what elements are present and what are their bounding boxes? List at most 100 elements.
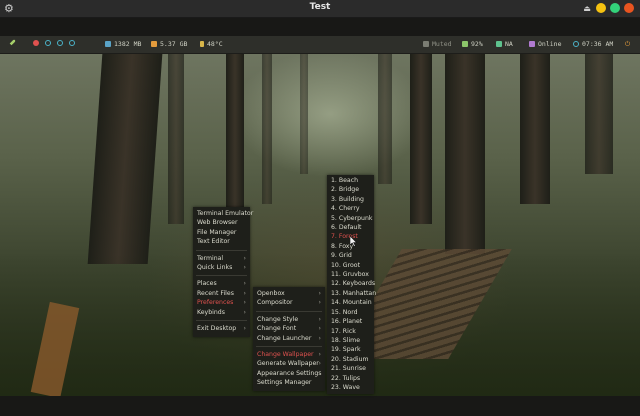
wallpaper-item[interactable]: 18. Slime <box>327 336 374 345</box>
wallpaper-item[interactable]: 4. Cherry <box>327 204 374 213</box>
menu-item-label: Quick Links <box>197 264 233 272</box>
menu-item-label: Text Editor <box>197 238 230 246</box>
workspace-1-icon[interactable] <box>33 40 39 46</box>
title-bar: ⚙ Test ⏏ <box>0 0 640 18</box>
menu-item-label: File Manager <box>197 228 237 236</box>
workspace-2-icon[interactable] <box>45 40 51 46</box>
menu-item-appearance-settings[interactable]: Appearance Settings <box>253 369 325 378</box>
wallpaper-item[interactable]: 3. Building <box>327 195 374 204</box>
volume-value: Muted <box>432 40 452 48</box>
menu-item-label: Terminal Emulator <box>197 210 254 217</box>
chevron-right-icon: › <box>318 315 321 323</box>
menu-item-compositor[interactable]: Compositor › <box>253 298 325 307</box>
top-panel: 1382 MB 5.37 GB 48°C Muted 92% NA Online… <box>0 36 640 54</box>
tree-trunk <box>262 54 272 204</box>
minimize-button[interactable] <box>596 3 606 13</box>
wallpaper-item[interactable]: 23. Wave <box>327 383 374 392</box>
volume-indicator[interactable]: Muted <box>423 40 452 48</box>
menu-item-terminal-emulator[interactable]: Terminal Emulator <box>193 209 254 218</box>
menu-item-text-editor[interactable]: Text Editor <box>193 237 250 246</box>
menu-item-label: Places <box>197 280 217 288</box>
chevron-right-icon: › <box>243 254 246 262</box>
wallpaper-item[interactable]: 14. Mountain <box>327 298 374 307</box>
temperature-value: 48°C <box>207 40 223 48</box>
speaker-muted-icon <box>423 41 429 47</box>
menu-item-web-browser[interactable]: Web Browser <box>193 218 250 227</box>
menu-item-change-font[interactable]: Change Font › <box>253 324 325 333</box>
mail-indicator[interactable]: NA <box>496 40 513 48</box>
menu-item-change-style[interactable]: Change Style › <box>253 315 325 324</box>
wallpaper-item[interactable]: 19. Spark <box>327 345 374 354</box>
wallpaper-item[interactable]: 2. Bridge <box>327 185 374 194</box>
menu-item-terminal[interactable]: Terminal › <box>193 254 250 263</box>
wallpaper-item[interactable]: 15. Nord <box>327 308 374 317</box>
chevron-right-icon: › <box>318 360 321 368</box>
chevron-right-icon: › <box>243 264 246 272</box>
menu-item-label: Terminal <box>197 254 224 262</box>
temperature-indicator: 48°C <box>200 40 223 48</box>
tree-trunk <box>410 54 432 224</box>
wallpaper-item[interactable]: 17. Rick <box>327 327 374 336</box>
network-indicator[interactable]: Online <box>529 40 561 48</box>
menu-item-quick-links[interactable]: Quick Links › <box>193 263 250 272</box>
menu-separator <box>196 249 247 251</box>
menu-item-label: Recent Files <box>197 289 234 297</box>
tree-trunk <box>445 54 485 254</box>
tree-trunk <box>378 54 392 184</box>
menu-item-file-manager[interactable]: File Manager <box>193 228 250 237</box>
menu-item-places[interactable]: Places › <box>193 279 250 288</box>
menu-item-change-launcher[interactable]: Change Launcher › <box>253 334 325 343</box>
clock-indicator[interactable]: 07:36 AM <box>573 40 613 48</box>
chevron-right-icon: › <box>318 299 321 307</box>
workspace-3-icon[interactable] <box>57 40 63 46</box>
wallpaper-item[interactable]: 10. Groot <box>327 261 374 270</box>
menu-item-label: Change Style <box>257 315 299 323</box>
menu-item-label: Change Launcher <box>257 334 312 342</box>
menu-separator <box>256 310 322 312</box>
tree-trunk <box>168 54 184 224</box>
menu-item-label: Change Font <box>257 325 297 333</box>
wallpaper-item[interactable]: 1. Beach <box>327 176 374 185</box>
menu-item-openbox[interactable]: Openbox › <box>253 289 325 298</box>
wallpaper-item[interactable]: 9. Grid <box>327 251 374 260</box>
wallpaper-item[interactable]: 21. Sunrise <box>327 364 374 373</box>
tree-trunk <box>87 54 163 264</box>
wallpaper-item[interactable]: 5. Cyberpunk <box>327 214 374 223</box>
battery-indicator: 92% <box>462 40 483 48</box>
bottom-padding <box>0 396 640 416</box>
launcher-rocket-icon[interactable] <box>7 39 16 48</box>
menu-item-label: Appearance Settings <box>257 369 322 377</box>
menu-item-label: Preferences <box>197 299 234 307</box>
menu-item-recent-files[interactable]: Recent Files › <box>193 289 250 298</box>
wallpaper-item[interactable]: 6. Default <box>327 223 374 232</box>
menu-item-exit-desktop[interactable]: Exit Desktop › <box>193 324 250 333</box>
wallpaper-item[interactable]: 22. Tulips <box>327 374 374 383</box>
menu-item-label: Change Wallpaper <box>257 351 314 359</box>
power-icon[interactable]: ⏻ <box>625 40 630 49</box>
wallpaper-item[interactable]: 12. Keyboards <box>327 279 375 288</box>
menu-item-keybinds[interactable]: Keybinds › <box>193 308 250 317</box>
menu-separator <box>196 275 247 277</box>
wallpaper-item[interactable]: 20. Stadium <box>327 355 374 364</box>
mail-value: NA <box>505 40 513 48</box>
menu-item-preferences[interactable]: Preferences › <box>193 298 250 307</box>
clock-icon <box>573 41 579 47</box>
window-title: Test <box>309 2 331 12</box>
menu-item-settings-manager[interactable]: Settings Manager <box>253 378 325 387</box>
wallpaper-item[interactable]: 13. Manhattan <box>327 289 376 298</box>
workspace-4-icon[interactable] <box>69 40 75 46</box>
close-button[interactable] <box>624 3 634 13</box>
wallpaper-item[interactable]: 11. Gruvbox <box>327 270 374 279</box>
chevron-right-icon: › <box>318 325 321 333</box>
menu-item-change-wallpaper[interactable]: Change Wallpaper › <box>253 350 325 359</box>
menu-item-generate-wallpaper[interactable]: Generate Wallpaper › <box>253 359 325 368</box>
menu-item-label: Generate Wallpaper <box>257 360 319 368</box>
menu-item-label: Web Browser <box>197 219 238 227</box>
menu-item-label: Compositor <box>257 299 293 307</box>
mail-icon <box>496 41 502 47</box>
download-icon[interactable]: ⏏ <box>582 4 592 13</box>
menu-item-label: Openbox <box>257 290 285 297</box>
wallpaper-item[interactable]: 16. Planet <box>327 317 374 326</box>
maximize-button[interactable] <box>610 3 620 13</box>
desktop-menu: Terminal Emulator Web Browser File Manag… <box>193 207 254 338</box>
